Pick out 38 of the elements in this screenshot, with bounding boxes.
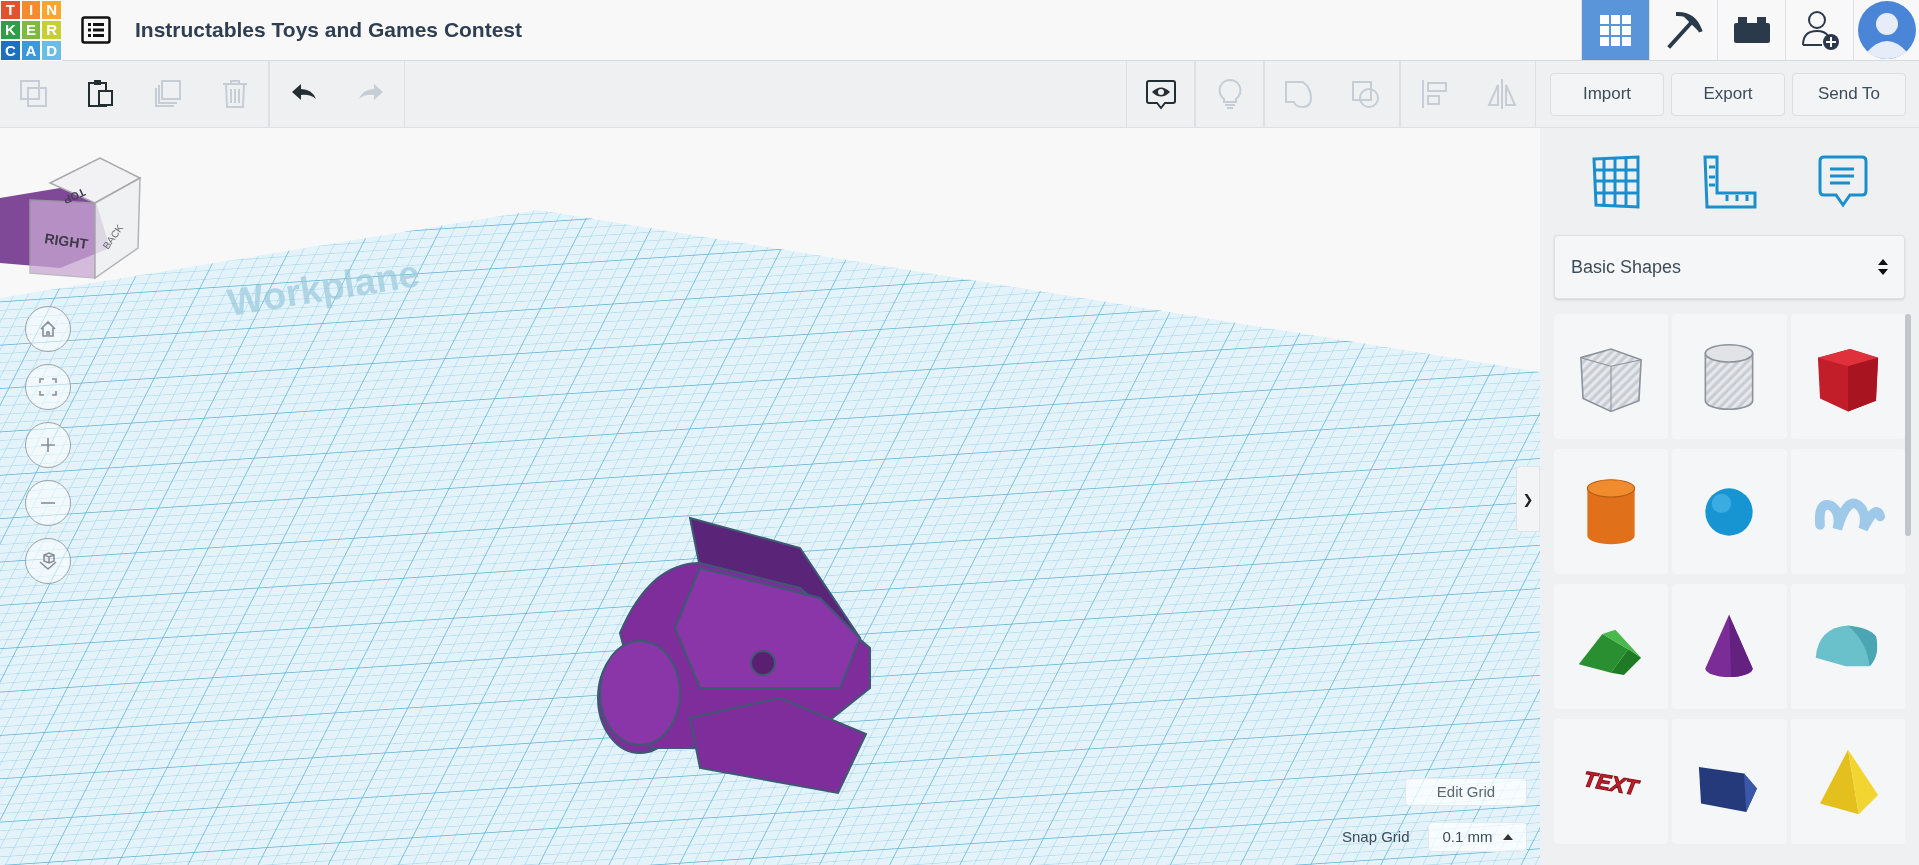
shape-tile[interactable]: TEXT bbox=[1554, 719, 1669, 844]
toolbar-button[interactable]: Send To bbox=[1792, 72, 1906, 116]
shape-tile[interactable] bbox=[1790, 449, 1905, 574]
fit-view-button[interactable] bbox=[25, 364, 71, 410]
scrollbar[interactable] bbox=[1905, 314, 1911, 536]
shape-tile[interactable] bbox=[1672, 449, 1787, 574]
shape-library-dropdown[interactable]: Basic Shapes bbox=[1554, 235, 1905, 299]
panel-toggle[interactable]: ❯ bbox=[1516, 466, 1540, 532]
zoom-in-button[interactable] bbox=[25, 422, 71, 468]
shape-tile[interactable] bbox=[1554, 314, 1669, 439]
3d-text-label: TEXT bbox=[1568, 738, 1655, 825]
design-title[interactable]: Instructables Toys and Games Contest bbox=[135, 14, 523, 46]
toolbar-button[interactable]: Import bbox=[1550, 72, 1664, 116]
zoom-out-button[interactable] bbox=[25, 480, 71, 526]
edit-grid-button[interactable]: Edit Grid bbox=[1405, 778, 1527, 806]
brick-icon bbox=[1731, 15, 1772, 45]
shape-tile[interactable] bbox=[1672, 314, 1787, 439]
sort-arrows-icon bbox=[1878, 258, 1888, 276]
shape-tile[interactable] bbox=[1790, 314, 1905, 439]
eye-bubble-icon[interactable] bbox=[1144, 78, 1177, 110]
zoom-out-icon bbox=[40, 501, 56, 505]
shape-tile[interactable] bbox=[1672, 584, 1787, 709]
toolbar-button[interactable]: Export bbox=[1671, 72, 1785, 116]
grid-icon bbox=[1598, 12, 1633, 48]
snap-grid-dropdown[interactable]: 0.1 mm bbox=[1428, 822, 1527, 852]
shape-tile[interactable] bbox=[1790, 719, 1905, 844]
snap-grid-label: Snap Grid bbox=[1342, 827, 1410, 847]
fit-view-icon bbox=[36, 375, 60, 399]
shape-tile[interactable] bbox=[1554, 584, 1669, 709]
caret-icon bbox=[1502, 834, 1513, 840]
add-user-icon bbox=[1799, 9, 1840, 51]
home-button[interactable] bbox=[25, 306, 71, 352]
shape-tile[interactable] bbox=[1554, 449, 1669, 574]
shape-tile[interactable] bbox=[1790, 584, 1905, 709]
tinkercad-logo[interactable]: T I N K E R C A D bbox=[0, 0, 62, 61]
list-icon[interactable] bbox=[81, 16, 111, 44]
cube-button[interactable] bbox=[25, 538, 71, 584]
shape-tile[interactable] bbox=[1672, 719, 1787, 844]
